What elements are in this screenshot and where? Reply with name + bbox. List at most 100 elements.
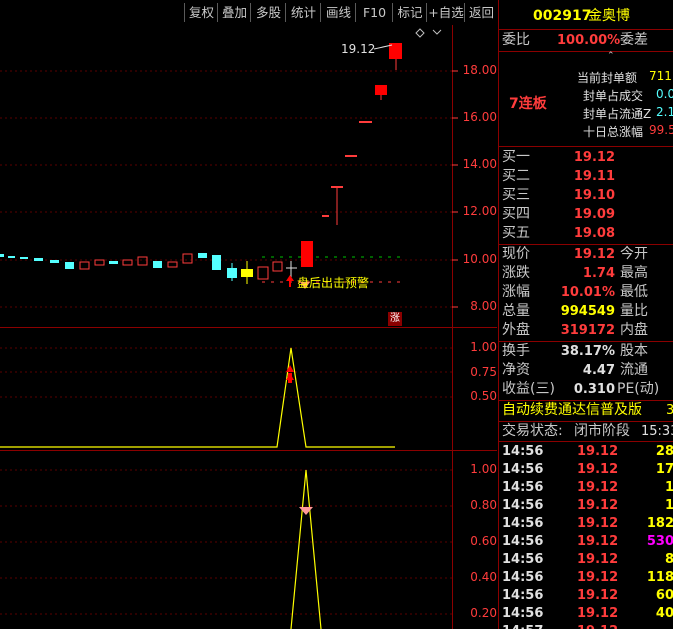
price-axis-label: 18.00 — [462, 63, 497, 77]
tick-volume: 1 — [665, 479, 673, 497]
quote-label: 外盘 — [502, 322, 530, 338]
tick-price: 19.12 — [577, 498, 619, 513]
tick-row: 14:56 19.12 1 — [499, 497, 673, 515]
tick-volume: 40 — [655, 606, 673, 621]
quote-label2: 今开 — [620, 246, 648, 262]
tick-price: 19.12 — [577, 570, 619, 585]
stat-label: 收益(三) — [502, 381, 555, 397]
alert-arrow-icon — [286, 275, 294, 287]
quote-value: 994549 — [560, 304, 615, 319]
tick-row: 14:56 19.12 8 — [499, 551, 673, 569]
tick-row: 14:57 19.12 — [499, 623, 673, 629]
price-axis-label: 14.00 — [462, 157, 497, 171]
quote-label2: 最高 — [620, 265, 648, 281]
quote-label: 涨幅 — [502, 284, 530, 300]
bid-label: 买五 — [502, 225, 530, 241]
quote-panel: 002917 金奥博 委比 100.00% 委差 ⌃ 7连板 当前封单额 711… — [498, 0, 673, 629]
seal-label: 当前封单额 — [577, 71, 638, 85]
bid-price: 19.10 — [573, 188, 615, 203]
stock-header: 002917 金奥博 — [499, 5, 673, 27]
seal-label: 十日总涨幅 — [583, 125, 644, 139]
ind2-axis-label: 1.00 — [470, 462, 497, 476]
tick-price: 19.12 — [577, 480, 619, 495]
quote-label2: 量比 — [620, 303, 648, 319]
tick-row: 14:56 19.12 1 — [499, 479, 673, 497]
quote-value: 19.12 — [573, 247, 615, 262]
trade-status-label: 交易状态: — [502, 423, 563, 439]
trade-status-value: 闭市阶段 — [574, 423, 630, 439]
bid-label: 买一 — [502, 149, 530, 165]
seal-label: 封单占流通Z — [583, 107, 652, 121]
tick-time: 14:56 — [502, 516, 544, 531]
bid-price: 19.11 — [573, 169, 615, 184]
quote-value: 10.01% — [560, 285, 615, 300]
back-button[interactable]: 返回 — [464, 3, 499, 22]
tick-price: 19.12 — [577, 516, 619, 531]
tick-volume: 1 — [665, 497, 673, 515]
service-link[interactable]: 自动续费通达信普及版 — [502, 401, 642, 420]
stat-label: 净资 — [502, 362, 530, 378]
ind2-axis-label: 0.60 — [470, 534, 497, 548]
tick-price: 19.12 — [577, 444, 619, 459]
ind1-axis-label: 0.50 — [470, 389, 497, 403]
bid-price: 19.12 — [573, 150, 615, 165]
expand-icon — [432, 29, 442, 35]
chart-toolbar: 复权 叠加 多股 统计 画线 F10 标记 +自选 返回 — [0, 0, 499, 25]
weicha-label: 委差 — [620, 32, 648, 48]
tick-price: 19.12 — [577, 588, 619, 603]
price-axis-label: 8.00 — [470, 299, 497, 313]
stat-value: 0.310 — [573, 382, 615, 397]
weibi-label: 委比 — [502, 32, 530, 48]
tick-volume: 17 — [655, 462, 673, 477]
price-axis-label: 10.00 — [462, 252, 497, 266]
tick-time: 14:56 — [502, 552, 544, 567]
tick-time: 14:56 — [502, 606, 544, 621]
bid-label: 买三 — [502, 187, 530, 203]
stat-label: 换手 — [502, 343, 530, 359]
weibi-value: 100.00% — [557, 33, 621, 48]
tick-time: 14:56 — [502, 480, 544, 495]
collapse-icon[interactable]: ⌃ — [607, 52, 619, 61]
tick-price: 19.12 — [577, 606, 619, 621]
tick-price: 19.12 — [577, 534, 619, 549]
quote-label: 涨跌 — [502, 265, 530, 281]
kline-chart[interactable]: 19.12 盘后出击预警 涨 18.00 16.00 14.00 12.00 1… — [0, 25, 497, 629]
tick-row: 14:56 19.12 530 — [499, 533, 673, 551]
diamond-icon — [415, 28, 425, 38]
limit-up-badge: 涨 — [388, 312, 402, 326]
tick-time: 14:56 — [502, 498, 544, 513]
mark-button[interactable]: 标记 — [392, 3, 427, 22]
seal-value: 0.04 — [656, 87, 673, 101]
stat-value: 38.17% — [560, 344, 615, 359]
high-price-label: 19.12 — [341, 42, 376, 56]
fuquan-button[interactable]: 复权 — [184, 3, 218, 22]
ind2-axis-label: 0.40 — [470, 570, 497, 584]
ind2-axis-label: 0.80 — [470, 498, 497, 512]
stat-label2: 股本 — [620, 343, 648, 359]
f10-button[interactable]: F10 — [355, 3, 393, 22]
tick-time: 14:57 — [502, 623, 543, 629]
tick-time: 14:56 — [502, 588, 544, 603]
tick-row: 14:56 19.12 182 — [499, 515, 673, 533]
tick-row: 14:56 19.12 118 — [499, 569, 673, 587]
trade-status-time: 15:33 — [641, 424, 673, 439]
add-favorite-button[interactable]: +自选 — [426, 3, 465, 22]
tick-price: 19.12 — [577, 552, 619, 567]
draw-line-button[interactable]: 画线 — [320, 3, 356, 22]
overlay-button[interactable]: 叠加 — [217, 3, 251, 22]
tick-time: 14:56 — [502, 570, 544, 585]
stat-value: 4.47 — [582, 363, 615, 378]
quote-value: 1.74 — [582, 266, 615, 281]
seal-value: 7111 — [649, 69, 673, 83]
multi-stock-button[interactable]: 多股 — [250, 3, 286, 22]
statistics-button[interactable]: 统计 — [285, 3, 321, 22]
price-axis-label: 16.00 — [462, 110, 497, 124]
tick-row: 14:56 19.12 60 — [499, 587, 673, 605]
tick-volume: 8 — [665, 551, 673, 569]
tick-row: 14:56 19.12 17 — [499, 461, 673, 479]
tick-row: 14:56 19.12 40 — [499, 605, 673, 623]
tick-volume: 182 — [646, 516, 673, 531]
stat-label2: 流通 — [620, 362, 648, 378]
seal-value: 99.5 — [649, 123, 673, 137]
alert-text: 盘后出击预警 — [297, 276, 370, 290]
